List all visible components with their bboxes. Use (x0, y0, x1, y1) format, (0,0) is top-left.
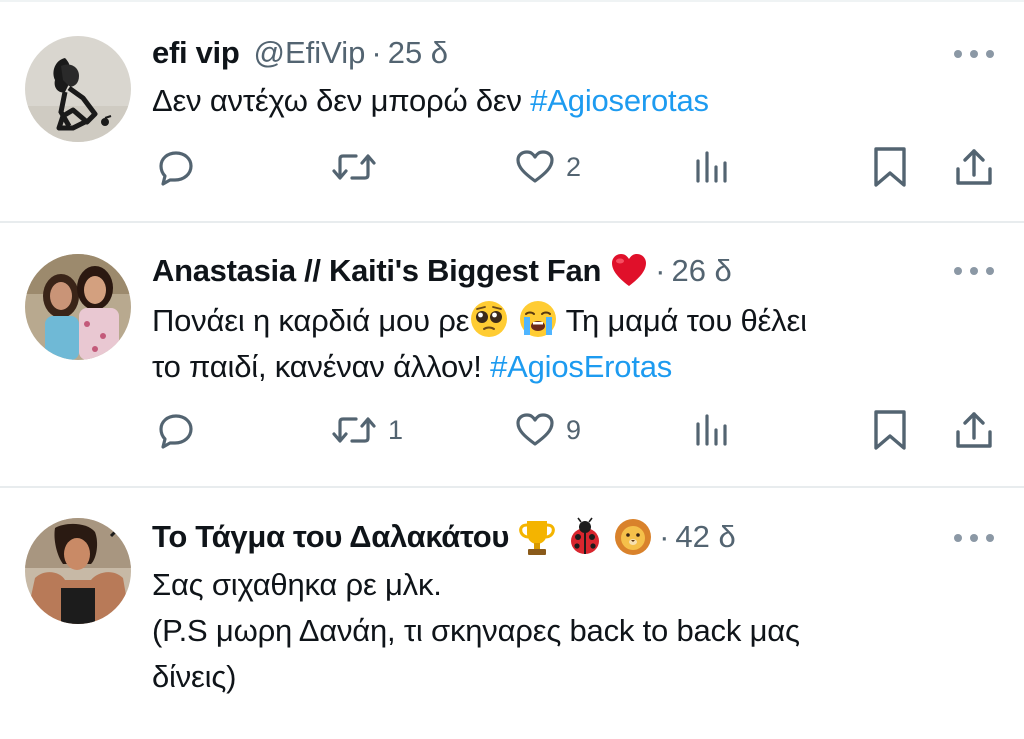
views-button[interactable] (692, 408, 732, 452)
lion-face-emoji (615, 519, 652, 555)
tweet-header: efi vip @EfiVip · 25 δ (152, 31, 448, 75)
timestamp[interactable]: 26 δ (671, 249, 731, 293)
more-options-icon[interactable] (954, 44, 994, 64)
separator-dot: · (655, 253, 666, 288)
avatar-photo-image (25, 254, 131, 360)
reply-button[interactable] (156, 408, 196, 452)
loudly-crying-face-emoji (519, 301, 556, 337)
tweet-text: Δεν αντέχω δεν μπορώ δεν #Agioserotas (152, 78, 992, 124)
retweet-button[interactable]: 1 (330, 408, 403, 452)
avatar[interactable] (25, 36, 131, 142)
author-name[interactable]: Anastasia // Kaiti's Biggest Fan (152, 249, 601, 293)
tweet-text-body: Δεν αντέχω δεν μπορώ δεν (152, 83, 531, 118)
tweet-header: Anastasia // Kaiti's Biggest Fan · 26 δ (152, 249, 732, 293)
tweet-feed: efi vip @EfiVip · 25 δ Δεν αντέχω δεν μπ… (0, 0, 1024, 739)
retweet-icon (332, 417, 376, 443)
heart-icon (516, 413, 554, 446)
views-button[interactable] (692, 145, 732, 189)
avatar-stencil-girl-image (25, 36, 131, 142)
lady-beetle-emoji (571, 517, 600, 554)
trophy-emoji (519, 521, 555, 555)
tweet-text-line: το παιδί, κανέναν άλλον! #AgiosErotas (152, 344, 992, 390)
tweet-text-line: δίνεις) (152, 659, 237, 694)
timestamp[interactable]: 25 δ (388, 31, 448, 75)
like-button[interactable]: 2 (514, 145, 581, 189)
like-count: 2 (566, 151, 582, 182)
tweet-actions: 2 (152, 145, 1002, 189)
tweet-header: Το Τάγμα του Δαλακάτου · 42 δ (152, 515, 736, 559)
tweet-actions: 1 9 (152, 408, 1002, 452)
bookmark-icon (874, 147, 906, 187)
share-button[interactable] (954, 145, 994, 189)
hashtag-link[interactable]: #Agioserotas (530, 83, 709, 118)
tweet-text-line: Πονάει η καρδιά μου ρε Τη μαμά του θέλει (152, 298, 992, 344)
bookmark-icon (874, 410, 906, 450)
views-icon (696, 151, 727, 183)
separator-dot: · (659, 519, 670, 554)
share-button[interactable] (954, 408, 994, 452)
retweet-icon (332, 154, 376, 180)
separator-dot: · (371, 35, 382, 70)
like-button[interactable]: 9 (514, 408, 581, 452)
avatar[interactable] (25, 518, 131, 624)
share-icon (956, 412, 992, 448)
like-count: 9 (566, 414, 582, 445)
more-options-icon[interactable] (954, 261, 994, 281)
views-icon (696, 414, 727, 446)
tweet-text-line: (P.S μωρη Δανάη, τι σκηναρες back to bac… (152, 613, 800, 648)
tweet-text-line: Σας σιχαθηκα ρε μλκ. (152, 567, 442, 602)
tweet-text: Πονάει η καρδιά μου ρε Τη μαμά του θέλει… (152, 298, 992, 390)
tweet-text-body: το παιδί, κανέναν άλλον! (152, 349, 491, 384)
bookmark-button[interactable] (870, 408, 910, 452)
tweet-text: Σας σιχαθηκα ρε μλκ. (P.S μωρη Δανάη, τι… (152, 562, 992, 700)
avatar-photo-image (25, 518, 131, 624)
tweet-text-body: Πονάει η καρδιά μου ρε (152, 303, 470, 338)
more-options-icon[interactable] (954, 528, 994, 548)
retweet-button[interactable] (330, 145, 388, 189)
reply-icon (159, 414, 193, 449)
bookmark-button[interactable] (870, 145, 910, 189)
reply-button[interactable] (156, 145, 196, 189)
author-handle[interactable]: @EfiVip (253, 31, 365, 75)
avatar[interactable] (25, 254, 131, 360)
retweet-count: 1 (388, 414, 404, 445)
hashtag-link[interactable]: #AgiosErotas (490, 349, 672, 384)
pleading-face-emoji (471, 301, 508, 337)
heart-icon (516, 150, 554, 183)
tweet-anastasia[interactable]: Anastasia // Kaiti's Biggest Fan · 26 δ … (0, 223, 1024, 486)
red-heart-emoji (612, 254, 647, 286)
author-name[interactable]: efi vip (152, 31, 240, 75)
tweet-tagma-dalakatou[interactable]: Το Τάγμα του Δαλακάτου · 42 δ Σας σιχαθη… (0, 488, 1024, 739)
tweet-text-body: Τη μαμά του θέλει (557, 303, 807, 338)
share-icon (956, 149, 992, 185)
reply-icon (159, 151, 193, 186)
author-name[interactable]: Το Τάγμα του Δαλακάτου (152, 515, 509, 559)
tweet-efi-vip[interactable]: efi vip @EfiVip · 25 δ Δεν αντέχω δεν μπ… (0, 2, 1024, 221)
timestamp[interactable]: 42 δ (675, 515, 735, 559)
